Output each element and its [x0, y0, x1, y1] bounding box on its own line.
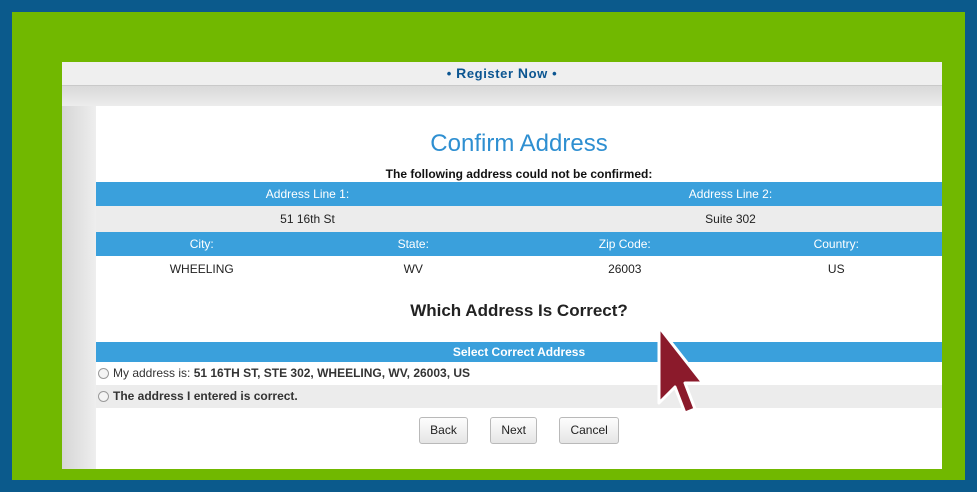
arrow-cursor-icon — [657, 325, 705, 415]
register-text: egister — [466, 66, 518, 81]
which-address-heading: Which Address Is Correct? — [410, 301, 628, 320]
city-value: WHEELING — [96, 256, 308, 282]
option-1-address: 51 16TH ST, STE 302, WHEELING, WV, 26003… — [193, 366, 471, 380]
register-bullet-right: • — [547, 66, 558, 81]
next-button[interactable]: Next — [490, 417, 537, 444]
address-option-suggested[interactable]: My address is: 51 16TH ST, STE 302, WHEE… — [96, 362, 942, 385]
register-letter-r: R — [456, 65, 467, 81]
register-bullet-left: • — [446, 66, 457, 81]
state-value: WV — [307, 256, 519, 282]
radio-button-icon[interactable] — [98, 391, 109, 403]
green-frame: • Register Now • Confirm Address The fol… — [12, 12, 965, 480]
not-confirmed-message: The following address could not be confi… — [385, 167, 653, 181]
zip-code-value: 26003 — [519, 256, 731, 282]
now-letter-n: N — [517, 65, 529, 81]
address-line-2-value: Suite 302 — [519, 206, 942, 232]
back-button[interactable]: Back — [419, 417, 468, 444]
city-header: City: — [96, 232, 308, 256]
country-header: Country: — [730, 232, 942, 256]
zip-code-header: Zip Code: — [519, 232, 731, 256]
side-background-image — [62, 106, 96, 469]
action-buttons: Back Next Cancel — [96, 417, 942, 444]
cancel-button[interactable]: Cancel — [559, 417, 619, 444]
page-title: Confirm Address — [430, 130, 608, 157]
address-option-entered[interactable]: The address I entered is correct. — [96, 385, 942, 408]
address-table: Address Line 1: Address Line 2: 51 16th … — [96, 182, 942, 282]
state-header: State: — [307, 232, 519, 256]
select-address-header: Select Correct Address — [96, 342, 942, 362]
header-background-image — [62, 86, 942, 106]
now-text: ow — [528, 66, 548, 81]
confirm-address-panel: Confirm Address The following address co… — [96, 106, 942, 444]
address-line-2-header: Address Line 2: — [519, 182, 942, 206]
option-1-prefix: My address is: — [113, 366, 194, 380]
option-2-label: The address I entered is correct. — [113, 389, 298, 403]
radio-button-icon[interactable] — [98, 368, 109, 380]
address-line-1-header: Address Line 1: — [96, 182, 519, 206]
country-value: US — [730, 256, 942, 282]
browser-viewport: • Register Now • Confirm Address The fol… — [62, 62, 942, 469]
address-line-1-value: 51 16th St — [96, 206, 519, 232]
register-now-bar[interactable]: • Register Now • — [62, 62, 942, 86]
